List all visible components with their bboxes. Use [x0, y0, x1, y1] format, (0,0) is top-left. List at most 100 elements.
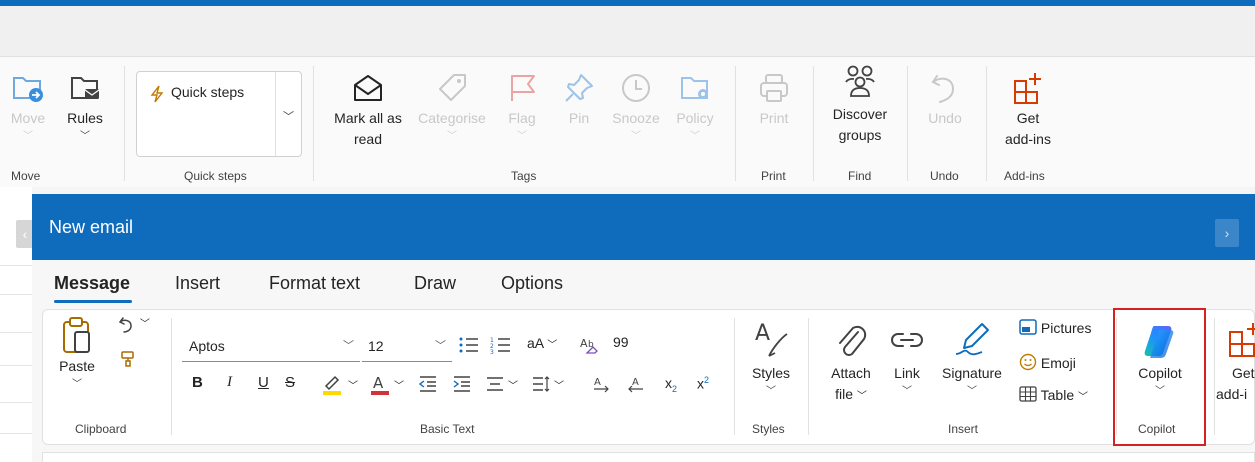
- increase-indent-icon[interactable]: [452, 375, 472, 393]
- format-painter-icon[interactable]: [120, 350, 136, 368]
- tab-insert[interactable]: Insert: [175, 273, 220, 294]
- get-add-ins-button[interactable]: Get add-ins: [995, 70, 1061, 150]
- emoji-icon: [1019, 353, 1037, 371]
- group-divider: [735, 66, 736, 181]
- categorise-button[interactable]: Categorise ﹀: [411, 70, 493, 145]
- subscript-button[interactable]: x2: [665, 375, 677, 394]
- svg-text:A: A: [755, 321, 770, 346]
- table-grid-icon: [1019, 386, 1037, 402]
- pictures-button[interactable]: Pictures: [1019, 319, 1091, 336]
- group-divider: [986, 66, 987, 181]
- group-label-quick-steps: Quick steps: [184, 169, 247, 183]
- bullets-icon[interactable]: [458, 336, 480, 354]
- group-label-basic-text: Basic Text: [420, 422, 475, 436]
- undo-arrow-icon: [931, 75, 955, 103]
- decrease-indent-icon[interactable]: [418, 375, 438, 393]
- copilot-highlight-outline: [1113, 308, 1206, 446]
- quick-steps-divider: [275, 72, 276, 156]
- svg-text:A: A: [594, 377, 601, 388]
- quick-steps-gallery[interactable]: Quick steps ﹀: [136, 71, 302, 157]
- rtl-direction-icon[interactable]: A: [625, 375, 645, 393]
- chevron-down-icon: ﹀: [690, 131, 700, 142]
- mark-all-read-button[interactable]: Mark all as read: [326, 70, 410, 150]
- emoji-button[interactable]: Emoji: [1019, 353, 1076, 371]
- tab-options[interactable]: Options: [501, 273, 563, 294]
- link-button[interactable]: Link ﹀: [886, 320, 928, 400]
- strikethrough-button[interactable]: S: [285, 374, 295, 391]
- compose-header: [32, 194, 1255, 260]
- undo-small-button[interactable]: ﹀: [118, 315, 150, 336]
- chevron-down-icon: ﹀: [72, 379, 82, 390]
- chevron-down-icon: ﹀: [343, 340, 354, 352]
- signature-button[interactable]: Signature ﹀: [934, 320, 1010, 400]
- undo-button[interactable]: Undo: [922, 70, 968, 129]
- paperclip-icon: [839, 325, 867, 356]
- underline-button[interactable]: U: [258, 374, 269, 391]
- snooze-button[interactable]: Snooze ﹀: [606, 70, 666, 145]
- discover-groups-button[interactable]: Discover groups: [823, 62, 897, 146]
- print-button[interactable]: Print: [752, 70, 796, 129]
- font-color-icon: A: [371, 374, 389, 395]
- italic-button[interactable]: I: [227, 374, 232, 391]
- group-label-print: Print: [761, 169, 786, 183]
- rules-folder-icon: [71, 77, 100, 99]
- clipboard-icon: [63, 317, 90, 353]
- align-center-icon: [487, 377, 503, 391]
- font-size-select[interactable]: 12 ﹀: [362, 332, 452, 362]
- compose-title: New email: [49, 217, 134, 237]
- lightning-icon: [150, 85, 164, 103]
- quote-icon[interactable]: 99: [613, 334, 629, 350]
- add-ins-grid-icon: [1014, 73, 1041, 104]
- paste-button[interactable]: Paste ﹀: [52, 316, 102, 393]
- group-label-add-ins: Add-ins: [1004, 169, 1045, 183]
- group-label-clipboard: Clipboard: [75, 422, 127, 436]
- highlight-button[interactable]: ﹀: [322, 373, 362, 395]
- people-group-icon: [845, 65, 875, 97]
- font-name-select[interactable]: Aptos ﹀: [182, 332, 360, 362]
- group-divider: [171, 318, 172, 435]
- move-button[interactable]: Move ﹀: [6, 70, 50, 145]
- tab-message[interactable]: Message: [54, 273, 130, 294]
- chevron-down-icon: ﹀: [435, 340, 446, 352]
- clear-formatting-icon[interactable]: A b: [580, 336, 600, 354]
- superscript-button[interactable]: x2: [697, 375, 709, 392]
- flag-icon: [511, 75, 535, 101]
- svg-text:A: A: [373, 374, 384, 392]
- printer-icon: [760, 74, 788, 102]
- group-label-tags: Tags: [511, 169, 537, 183]
- group-label-styles: Styles: [752, 422, 785, 436]
- tab-format-text[interactable]: Format text: [269, 273, 360, 294]
- chevron-down-icon: ﹀: [631, 131, 641, 142]
- picture-icon: [1019, 319, 1037, 335]
- table-button[interactable]: Table ﹀: [1019, 386, 1088, 403]
- attach-file-button[interactable]: Attach file ﹀: [822, 320, 880, 407]
- add-ins-grid-icon: [1229, 323, 1255, 357]
- group-divider: [813, 66, 814, 181]
- font-color-button[interactable]: A ﹀: [370, 373, 410, 395]
- get-add-ins-compose-button[interactable]: Get add-i: [1214, 320, 1255, 405]
- policy-button[interactable]: Policy ﹀: [670, 70, 720, 145]
- line-spacing-button[interactable]: ﹀: [532, 375, 572, 395]
- numbering-icon[interactable]: 1 2 3: [490, 336, 512, 354]
- group-divider: [907, 66, 908, 181]
- align-button[interactable]: ﹀: [486, 375, 526, 395]
- chevron-down-icon: ﹀: [967, 386, 977, 397]
- ltr-direction-icon[interactable]: A: [592, 375, 612, 393]
- chevron-right-icon[interactable]: ›: [1215, 219, 1239, 247]
- chevron-down-icon: ﹀: [23, 131, 33, 142]
- chevron-down-icon: ﹀: [80, 131, 90, 142]
- flag-button[interactable]: Flag ﹀: [502, 70, 542, 145]
- message-body-edge: [42, 452, 1255, 462]
- rules-button[interactable]: Rules ﹀: [62, 70, 108, 145]
- bold-button[interactable]: B: [192, 374, 203, 391]
- svg-text:A: A: [632, 377, 639, 388]
- tab-draw[interactable]: Draw: [414, 273, 456, 294]
- styles-button[interactable]: A Styles ﹀: [745, 318, 797, 400]
- chevron-down-icon[interactable]: ﹀: [283, 108, 294, 124]
- change-case-button[interactable]: aA ﹀: [527, 335, 557, 351]
- group-label-move: Move: [11, 169, 41, 183]
- link-icon: [891, 333, 923, 347]
- pin-button[interactable]: Pin: [559, 70, 599, 129]
- group-divider: [734, 318, 735, 435]
- group-label-find: Find: [848, 169, 872, 183]
